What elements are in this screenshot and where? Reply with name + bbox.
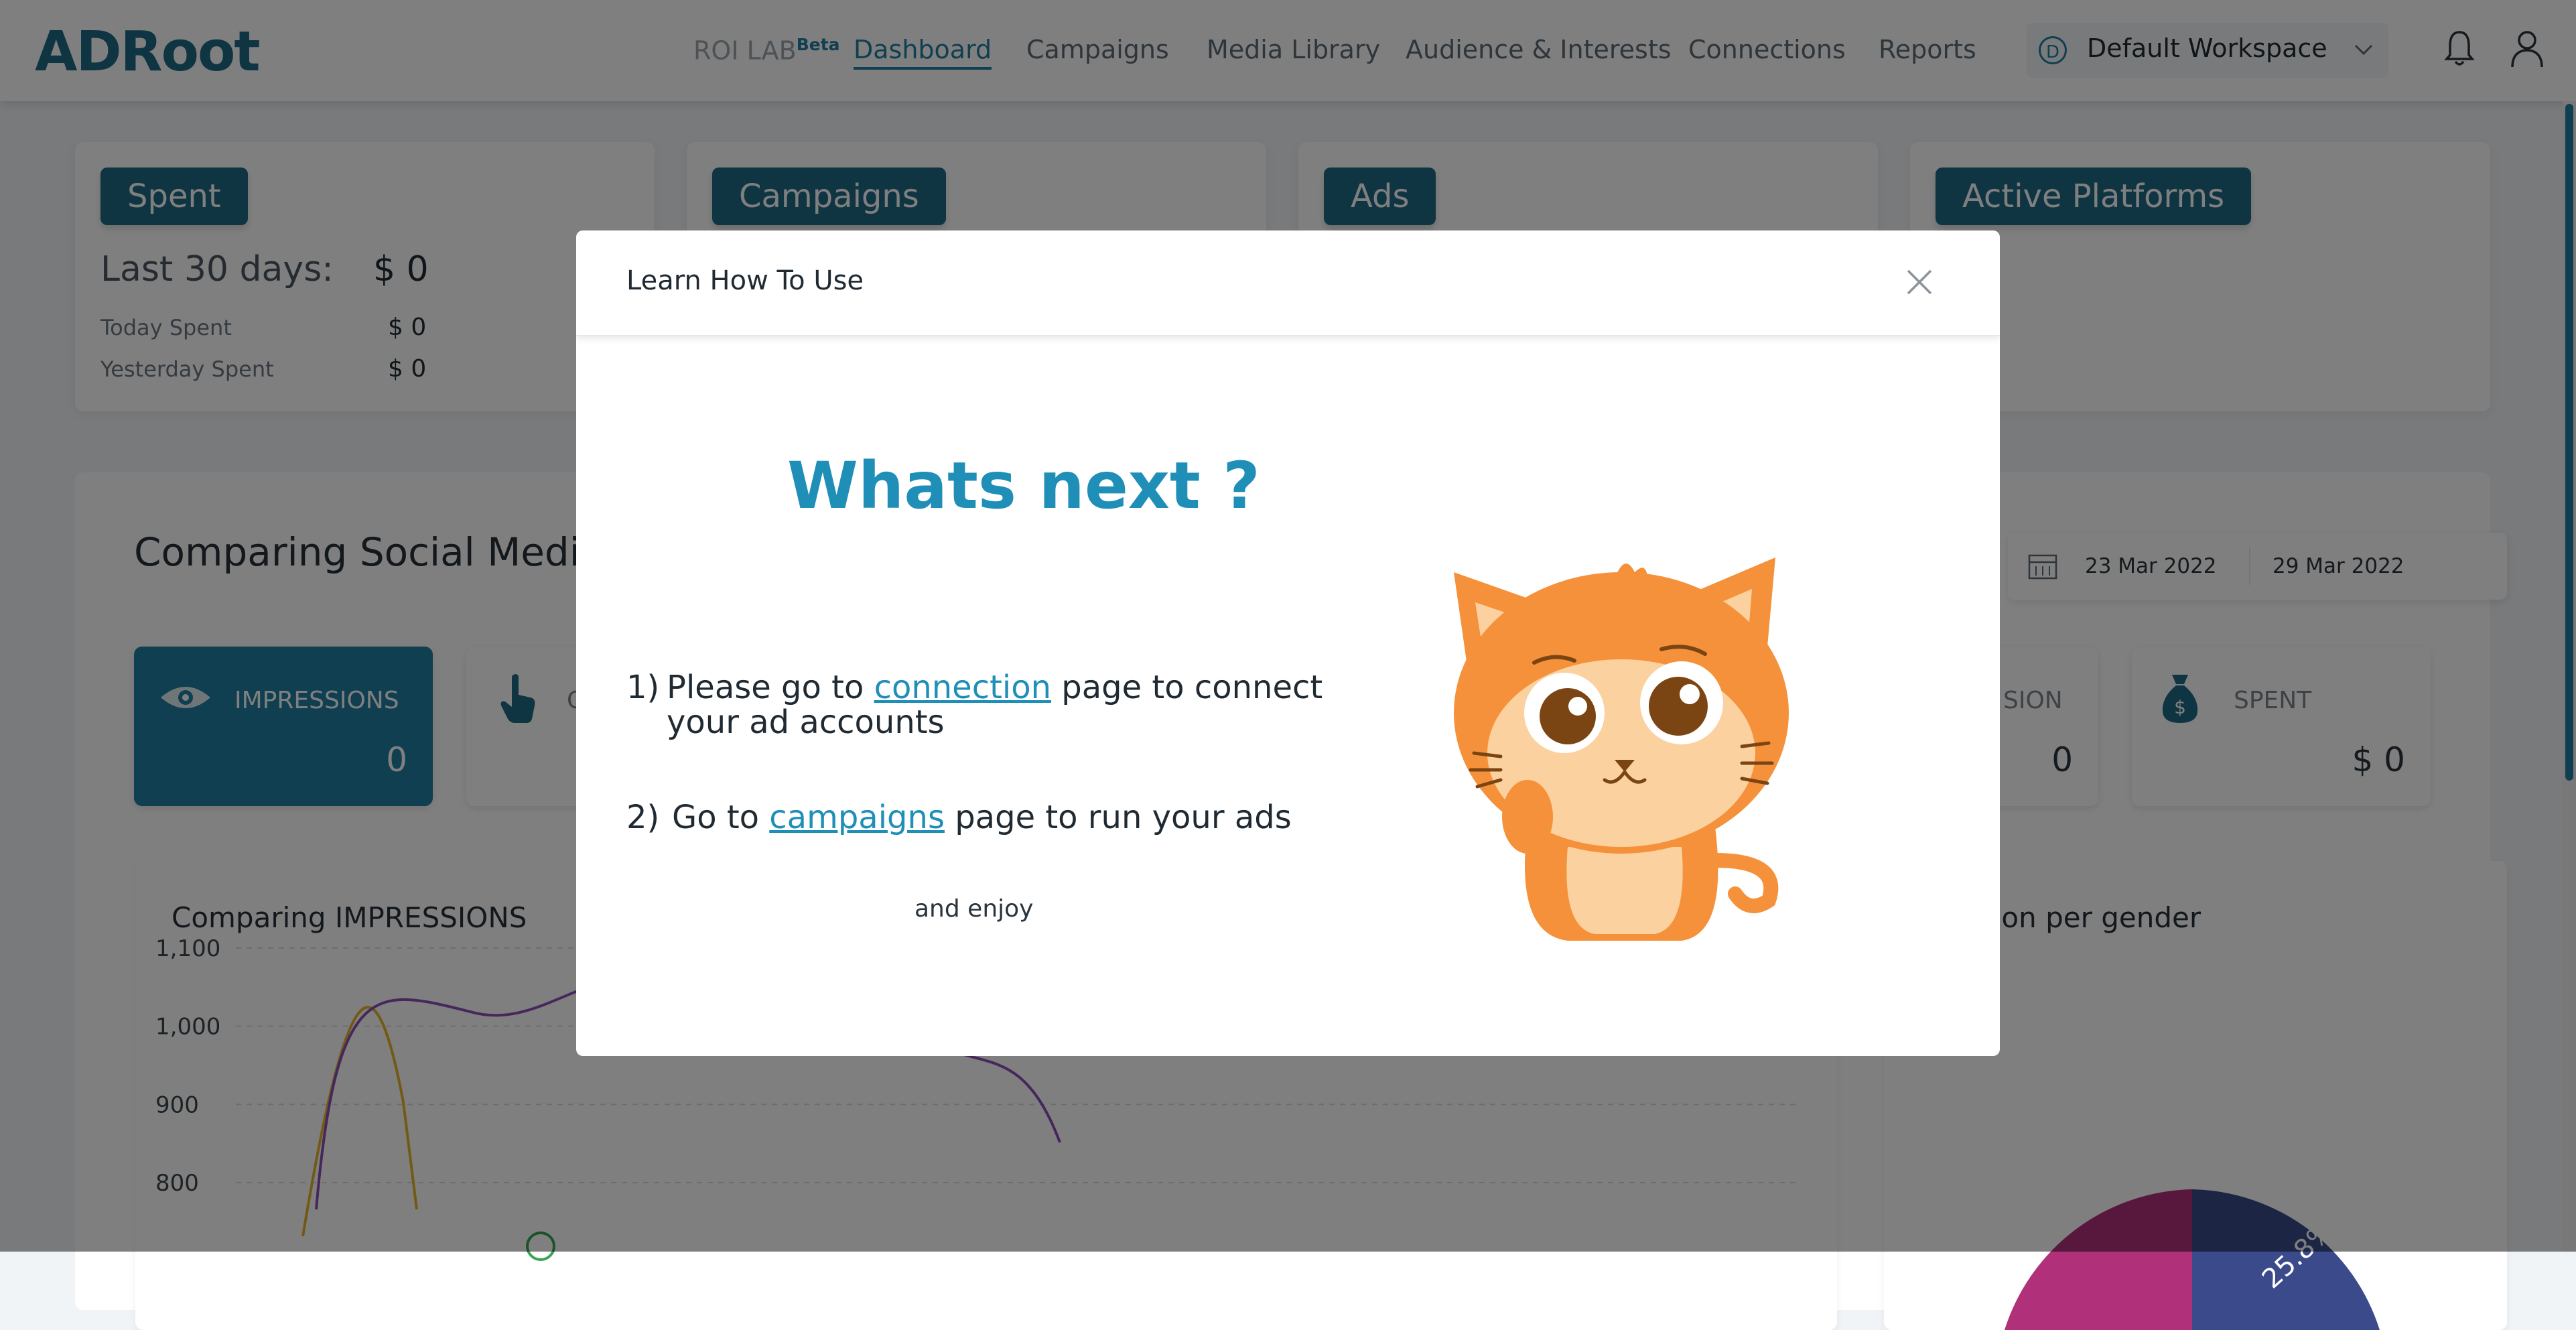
modal-header: Learn How To Use bbox=[576, 230, 2000, 336]
enjoy-text: and enjoy bbox=[914, 895, 1034, 923]
learn-how-modal: Learn How To Use Whats next ? 1) Please … bbox=[576, 230, 2000, 1056]
step-2-number: 2) bbox=[626, 799, 660, 836]
step-1-text: Please go to connection page to connect … bbox=[667, 670, 1337, 740]
whats-next-heading: Whats next ? bbox=[787, 448, 1260, 523]
step-1-number: 1) bbox=[626, 669, 660, 706]
modal-title: Learn How To Use bbox=[626, 265, 864, 296]
connection-link[interactable]: connection bbox=[874, 669, 1051, 706]
close-icon[interactable] bbox=[1903, 265, 1936, 299]
thinking-cat-illustration bbox=[1454, 557, 1789, 941]
step-2-post: page to run your ads bbox=[944, 799, 1292, 836]
step-1-pre: Please go to bbox=[667, 669, 874, 706]
step-2-pre: Go to bbox=[672, 799, 770, 836]
campaigns-link[interactable]: campaigns bbox=[769, 799, 945, 836]
step-2-text: Go to campaigns page to run your ads bbox=[672, 800, 1342, 835]
